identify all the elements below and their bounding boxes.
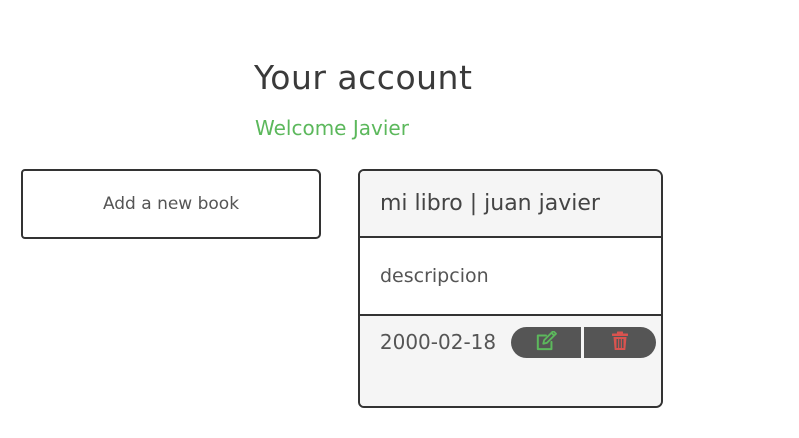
book-card: mi libro | juan javier descripcion 2000-… bbox=[358, 169, 663, 408]
book-description: descripcion bbox=[360, 238, 661, 316]
welcome-message: Welcome Javier bbox=[255, 116, 409, 140]
delete-book-button[interactable] bbox=[584, 327, 656, 358]
book-title: mi libro | juan javier bbox=[360, 171, 661, 238]
trash-icon bbox=[611, 331, 629, 355]
page-title: Your account bbox=[254, 58, 473, 97]
account-page: Your account Welcome Javier Add a new bo… bbox=[0, 0, 799, 438]
edit-book-button[interactable] bbox=[511, 327, 581, 358]
book-date: 2000-02-18 bbox=[379, 330, 497, 354]
add-new-book-button[interactable]: Add a new book bbox=[21, 169, 321, 239]
book-actions bbox=[511, 327, 656, 358]
book-card-footer: 2000-02-18 bbox=[360, 316, 661, 406]
edit-icon bbox=[535, 329, 557, 355]
